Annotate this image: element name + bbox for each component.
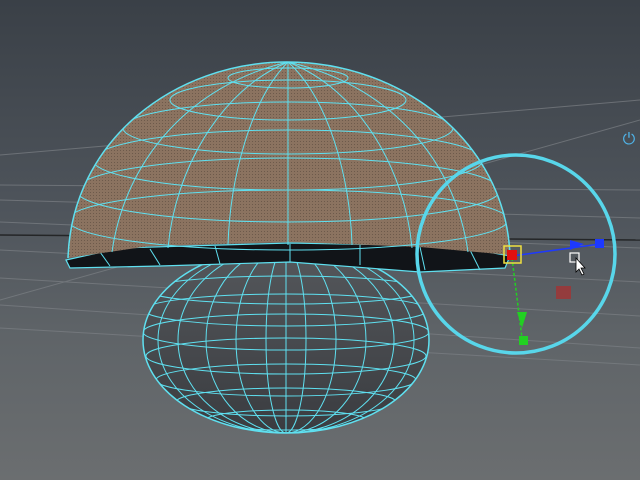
3d-viewport[interactable]: ⏻ (0, 0, 640, 480)
scene-canvas[interactable] (0, 0, 640, 480)
stem-sphere[interactable] (142, 246, 430, 434)
cap-dome[interactable] (67, 61, 511, 259)
cursor-arrow-icon (569, 252, 586, 276)
view-axis-icon[interactable]: ⏻ (618, 128, 640, 150)
